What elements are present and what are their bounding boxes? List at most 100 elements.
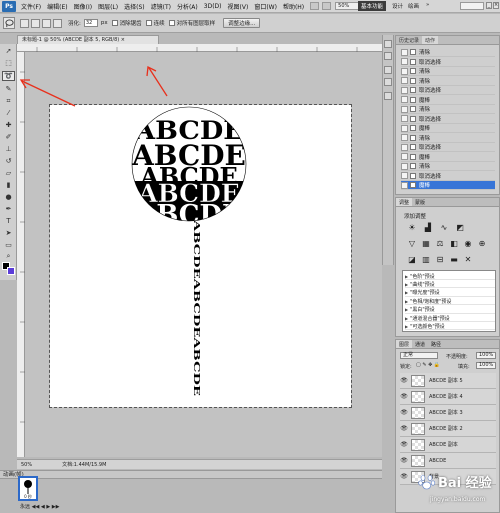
expand-triangle-icon[interactable]: ▶: [405, 316, 408, 321]
dodge-tool-icon[interactable]: ●: [2, 192, 15, 202]
photo-filter-icon[interactable]: ◉: [464, 240, 472, 248]
layer-visibility-eye-icon[interactable]: 👁: [400, 457, 408, 464]
menu-image[interactable]: 图像(I): [71, 2, 95, 11]
curves-icon[interactable]: ∿: [440, 224, 448, 232]
history-step[interactable]: 取消选择: [401, 115, 495, 124]
exposure-icon[interactable]: ◩: [456, 224, 464, 232]
adjustment-preset-item[interactable]: ▶ "色相/饱和度"预设: [405, 298, 495, 306]
zoom-tool-icon[interactable]: ⌕: [2, 251, 15, 261]
workspace-painting-tab[interactable]: 绘画: [408, 2, 419, 10]
history-brush-icon[interactable]: ↺: [2, 156, 15, 166]
layer-visibility-eye-icon[interactable]: 👁: [400, 441, 408, 448]
brightness-icon[interactable]: ☀: [408, 224, 416, 232]
add-selection-icon[interactable]: [31, 18, 40, 28]
adjustment-preset-item[interactable]: ▶ "曝光度"预设: [405, 290, 495, 297]
expand-triangle-icon[interactable]: ▶: [405, 274, 408, 279]
eyedropper-tool-icon[interactable]: ⁄: [2, 108, 15, 118]
expand-triangle-icon[interactable]: ▶: [405, 324, 408, 329]
adjustment-preset-item[interactable]: ▶ "曲线"预设: [405, 281, 495, 289]
status-doc-info[interactable]: 文档:1.44M/15.9M: [62, 461, 106, 468]
levels-icon[interactable]: ▟: [424, 224, 432, 232]
black-white-icon[interactable]: ◧: [450, 240, 458, 248]
layer-visibility-eye-icon[interactable]: 👁: [400, 473, 408, 480]
animation-panel-header[interactable]: 动画(帧): [0, 470, 382, 479]
lock-icons[interactable]: ▢ ✎ ✥ 🔒: [416, 362, 440, 368]
layer-visibility-eye-icon[interactable]: 👁: [400, 409, 408, 416]
history-brush-source-checkbox[interactable]: [401, 77, 408, 84]
fill-input[interactable]: 100%: [476, 362, 496, 369]
tab-masks[interactable]: 蒙版: [412, 198, 428, 206]
menu-3d[interactable]: 3D(D): [201, 3, 225, 10]
history-brush-source-checkbox[interactable]: [401, 172, 408, 179]
history-step[interactable]: 取消选择: [401, 143, 495, 152]
actions-panel-icon[interactable]: [384, 52, 392, 60]
channel-mixer-icon[interactable]: ⊕: [478, 240, 486, 248]
history-step[interactable]: 清除: [401, 77, 495, 86]
history-step[interactable]: 魔棒: [401, 181, 495, 190]
history-brush-source-checkbox[interactable]: [401, 124, 408, 132]
tab-adjustments[interactable]: 调整: [396, 198, 413, 206]
lasso-tool-icon[interactable]: ➰: [2, 71, 15, 81]
layer-row[interactable]: 👁 ABCDE 副本 3: [400, 405, 496, 421]
quick-select-tool-icon[interactable]: ✎: [2, 84, 15, 94]
layer-row[interactable]: 👁 ABCDE 副本 5: [400, 373, 496, 389]
move-tool-icon[interactable]: ➚: [2, 46, 15, 56]
eraser-tool-icon[interactable]: ▱: [2, 168, 15, 178]
loop-select[interactable]: 永远: [20, 504, 30, 510]
minimize-button[interactable]: _: [486, 2, 492, 9]
threshold-icon[interactable]: ⊟: [436, 256, 444, 264]
pen-tool-icon[interactable]: ✒: [2, 204, 15, 214]
contiguous-checkbox[interactable]: [145, 20, 152, 26]
tab-paths[interactable]: 路径: [428, 340, 444, 348]
menu-file[interactable]: 文件(F): [18, 2, 44, 11]
history-step[interactable]: 魔棒: [401, 96, 495, 105]
adjustment-preset-item[interactable]: ▶ "黑白"预设: [405, 307, 495, 314]
brush-tool-icon[interactable]: ✐: [2, 132, 15, 142]
history-step[interactable]: 魔棒: [401, 124, 495, 133]
styles-panel-icon[interactable]: [384, 92, 392, 100]
menu-edit[interactable]: 编辑(E): [44, 2, 70, 11]
menu-select[interactable]: 选择(S): [121, 2, 148, 11]
menu-analysis[interactable]: 分析(A): [174, 2, 201, 11]
tab-layers[interactable]: 图层: [396, 340, 413, 348]
path-select-icon[interactable]: ➤: [2, 228, 15, 238]
adjustment-preset-item[interactable]: ▶ "可选颜色"预设: [405, 323, 495, 331]
hue-sat-icon[interactable]: ▦: [422, 240, 430, 248]
antialias-checkbox[interactable]: [111, 20, 118, 26]
subtract-selection-icon[interactable]: [42, 18, 51, 28]
vibrance-icon[interactable]: ▽: [408, 240, 416, 248]
menu-window[interactable]: 窗口(W): [251, 2, 280, 11]
clone-stamp-icon[interactable]: ⊥: [2, 144, 15, 154]
history-brush-source-checkbox[interactable]: [401, 86, 408, 94]
history-brush-source-checkbox[interactable]: [401, 143, 408, 151]
gradient-tool-icon[interactable]: ▮: [2, 180, 15, 190]
status-zoom[interactable]: 50%: [21, 462, 32, 468]
gradient-map-icon[interactable]: ▬: [450, 256, 458, 264]
history-brush-source-checkbox[interactable]: [401, 134, 408, 141]
history-step[interactable]: 取消选择: [401, 58, 495, 67]
workspace-essentials-button[interactable]: 基本功能: [358, 1, 386, 11]
history-step[interactable]: 清除: [401, 162, 495, 171]
frame-delay[interactable]: 0 秒: [20, 494, 36, 500]
expand-triangle-icon[interactable]: ▶: [405, 307, 408, 312]
workspace-more-icon[interactable]: »: [426, 2, 429, 8]
document-canvas[interactable]: ABCDE ABCDE ABCDE ABCDE ABCDE ABCDEABCDE…: [49, 104, 352, 408]
tab-actions[interactable]: 动作: [422, 36, 439, 44]
workspace-design-tab[interactable]: 设计: [392, 2, 403, 10]
tab-channels[interactable]: 通道: [412, 340, 428, 348]
adjustment-preset-item[interactable]: ▶ "色阶"预设: [405, 273, 495, 280]
menu-view[interactable]: 视图(V): [225, 2, 252, 11]
expand-triangle-icon[interactable]: ▶: [405, 290, 408, 295]
layer-visibility-eye-icon[interactable]: 👁: [400, 425, 408, 432]
intersect-selection-icon[interactable]: [53, 18, 62, 28]
history-step[interactable]: 清除: [401, 105, 495, 114]
ruler-vertical[interactable]: [17, 52, 25, 457]
layer-row[interactable]: 👁 ABCDE 副本 2: [400, 421, 496, 437]
history-step[interactable]: 清除: [401, 134, 495, 143]
marquee-tool-icon[interactable]: ⬚: [2, 58, 15, 68]
history-brush-source-checkbox[interactable]: [401, 58, 408, 65]
document-tab[interactable]: 未标题-1 @ 50% (ABCDE 副本 5, RGB/8) ×: [17, 35, 159, 44]
swatches-panel-icon[interactable]: [384, 78, 392, 86]
crop-tool-icon[interactable]: ⌗: [2, 96, 15, 106]
workspace-search[interactable]: [460, 2, 484, 10]
